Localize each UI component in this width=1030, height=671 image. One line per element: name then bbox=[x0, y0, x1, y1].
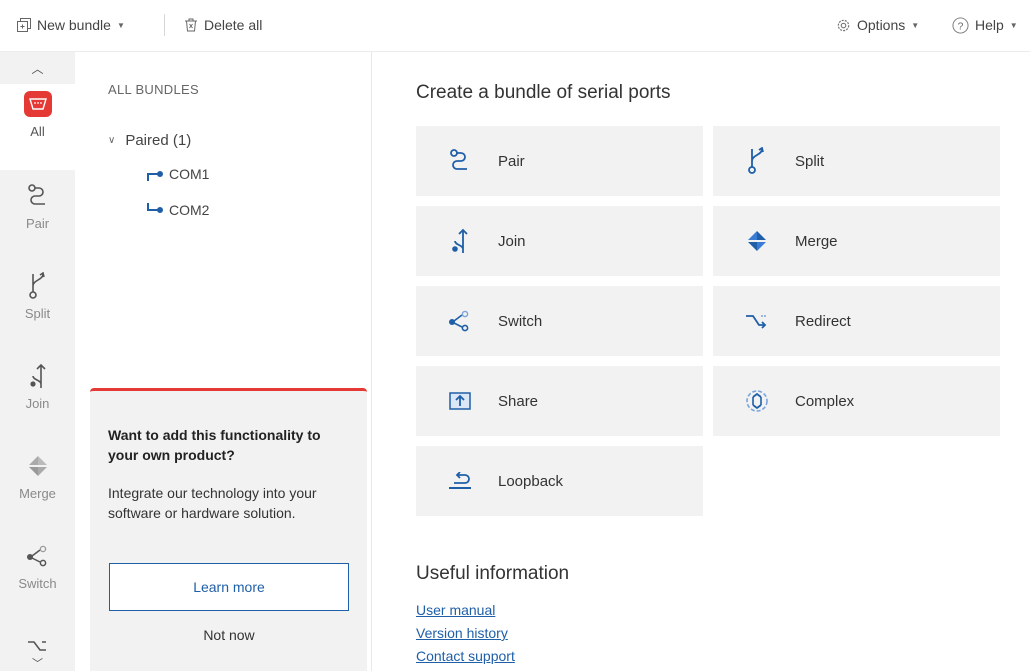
tile-share[interactable]: Share bbox=[416, 366, 703, 436]
rail-item-all[interactable]: All bbox=[0, 84, 75, 170]
tile-merge[interactable]: Merge bbox=[713, 206, 1000, 276]
port-link-top-icon bbox=[147, 171, 163, 181]
tile-label: Switch bbox=[498, 312, 543, 330]
tile-label: Complex bbox=[795, 392, 855, 410]
split-icon bbox=[24, 272, 52, 300]
pair-icon bbox=[446, 147, 474, 175]
rail-item-split[interactable]: Split bbox=[0, 266, 75, 352]
toolbar-divider bbox=[164, 14, 165, 36]
scroll-up-button[interactable]: ︿ bbox=[0, 60, 75, 77]
switch-icon bbox=[24, 542, 52, 570]
new-bundle-label: New bundle bbox=[37, 17, 111, 33]
help-button[interactable]: ? Help ▼ bbox=[952, 14, 1018, 36]
page-title: Create a bundle of serial ports bbox=[416, 82, 671, 103]
chevron-down-icon: ▼ bbox=[116, 20, 125, 30]
new-bundle-button[interactable]: New bundle ▼ bbox=[17, 14, 125, 36]
tile-label: Join bbox=[498, 232, 526, 250]
user-manual-link[interactable]: User manual bbox=[416, 602, 495, 618]
useful-info-title: Useful information bbox=[416, 563, 570, 584]
not-now-button[interactable]: Not now bbox=[109, 627, 349, 643]
learn-more-button[interactable]: Learn more bbox=[109, 563, 349, 611]
split-icon bbox=[743, 147, 771, 175]
merge-icon bbox=[743, 227, 771, 255]
bundle-group-paired[interactable]: ∨ Paired (1) bbox=[108, 132, 191, 149]
scroll-down-button[interactable]: ﹀ bbox=[0, 655, 75, 671]
delete-all-button[interactable]: Delete all bbox=[184, 14, 262, 36]
bundles-title: ALL BUNDLES bbox=[108, 82, 199, 97]
rail-item-label: Switch bbox=[18, 576, 57, 591]
port-label: COM1 bbox=[169, 166, 210, 182]
contact-support-link[interactable]: Contact support bbox=[416, 648, 515, 664]
rail-item-switch[interactable]: Switch bbox=[0, 536, 75, 622]
left-rail: ︿ All Pair Split Join Merge Switch ﹀ bbox=[0, 52, 75, 671]
port-com1[interactable]: COM1 bbox=[145, 166, 209, 182]
port-com2[interactable]: COM2 bbox=[145, 202, 209, 218]
loopback-icon bbox=[446, 467, 474, 495]
tile-label: Split bbox=[795, 152, 825, 170]
chevron-down-icon: ∨ bbox=[108, 135, 116, 146]
redirect-icon bbox=[743, 307, 771, 335]
rail-item-merge[interactable]: Merge bbox=[0, 446, 75, 532]
chevron-down-icon: ▼ bbox=[1009, 20, 1018, 30]
rail-item-join[interactable]: Join bbox=[0, 356, 75, 442]
rail-item-pair[interactable]: Pair bbox=[0, 176, 75, 262]
tile-label: Loopback bbox=[498, 472, 564, 490]
tile-split[interactable]: Split bbox=[713, 126, 1000, 196]
chevron-down-icon: ▼ bbox=[911, 20, 920, 30]
tile-label: Redirect bbox=[795, 312, 851, 330]
options-button[interactable]: Options ▼ bbox=[836, 14, 919, 36]
toolbar: New bundle ▼ Delete all Options ▼ ? Help… bbox=[0, 0, 1030, 52]
tile-redirect[interactable]: Redirect bbox=[713, 286, 1000, 356]
promo-heading: Want to add this functionality to your o… bbox=[108, 427, 321, 463]
rail-item-label: All bbox=[30, 124, 45, 139]
join-icon bbox=[446, 227, 474, 255]
port-label: COM2 bbox=[169, 202, 210, 218]
tile-join[interactable]: Join bbox=[416, 206, 703, 276]
rail-item-label: Join bbox=[25, 396, 50, 411]
help-icon: ? bbox=[952, 16, 969, 34]
tile-label: Merge bbox=[795, 232, 838, 250]
join-icon bbox=[24, 362, 52, 390]
new-bundle-icon bbox=[17, 18, 31, 32]
port-link-bottom-icon bbox=[147, 203, 163, 213]
complex-icon bbox=[743, 387, 771, 415]
rail-item-label: Pair bbox=[25, 216, 50, 231]
bundles-panel: ALL BUNDLES ∨ Paired (1) COM1 COM2 Want … bbox=[75, 52, 372, 671]
merge-icon bbox=[24, 452, 52, 480]
tile-pair[interactable]: Pair bbox=[416, 126, 703, 196]
options-label: Options bbox=[857, 17, 906, 33]
pair-icon bbox=[24, 182, 52, 210]
tile-switch[interactable]: Switch bbox=[416, 286, 703, 356]
switch-icon bbox=[446, 307, 474, 335]
tile-complex[interactable]: Complex bbox=[713, 366, 1000, 436]
share-icon bbox=[446, 387, 474, 415]
promo-card: Want to add this functionality to your o… bbox=[90, 388, 367, 671]
promo-body: Integrate our technology into your softw… bbox=[108, 485, 317, 521]
delete-all-label: Delete all bbox=[204, 17, 263, 33]
tile-loopback[interactable]: Loopback bbox=[416, 446, 703, 516]
serial-port-icon bbox=[24, 91, 52, 117]
version-history-link[interactable]: Version history bbox=[416, 625, 508, 641]
rail-item-label: Split bbox=[24, 306, 51, 321]
tile-label: Share bbox=[498, 392, 539, 410]
rail-item-label: Merge bbox=[19, 486, 56, 501]
help-label: Help bbox=[975, 17, 1004, 33]
tile-label: Pair bbox=[498, 152, 525, 170]
bundle-group-label: Paired (1) bbox=[125, 132, 192, 149]
gear-icon bbox=[837, 19, 850, 31]
trash-icon bbox=[185, 18, 197, 32]
svg-text:?: ? bbox=[958, 21, 964, 32]
